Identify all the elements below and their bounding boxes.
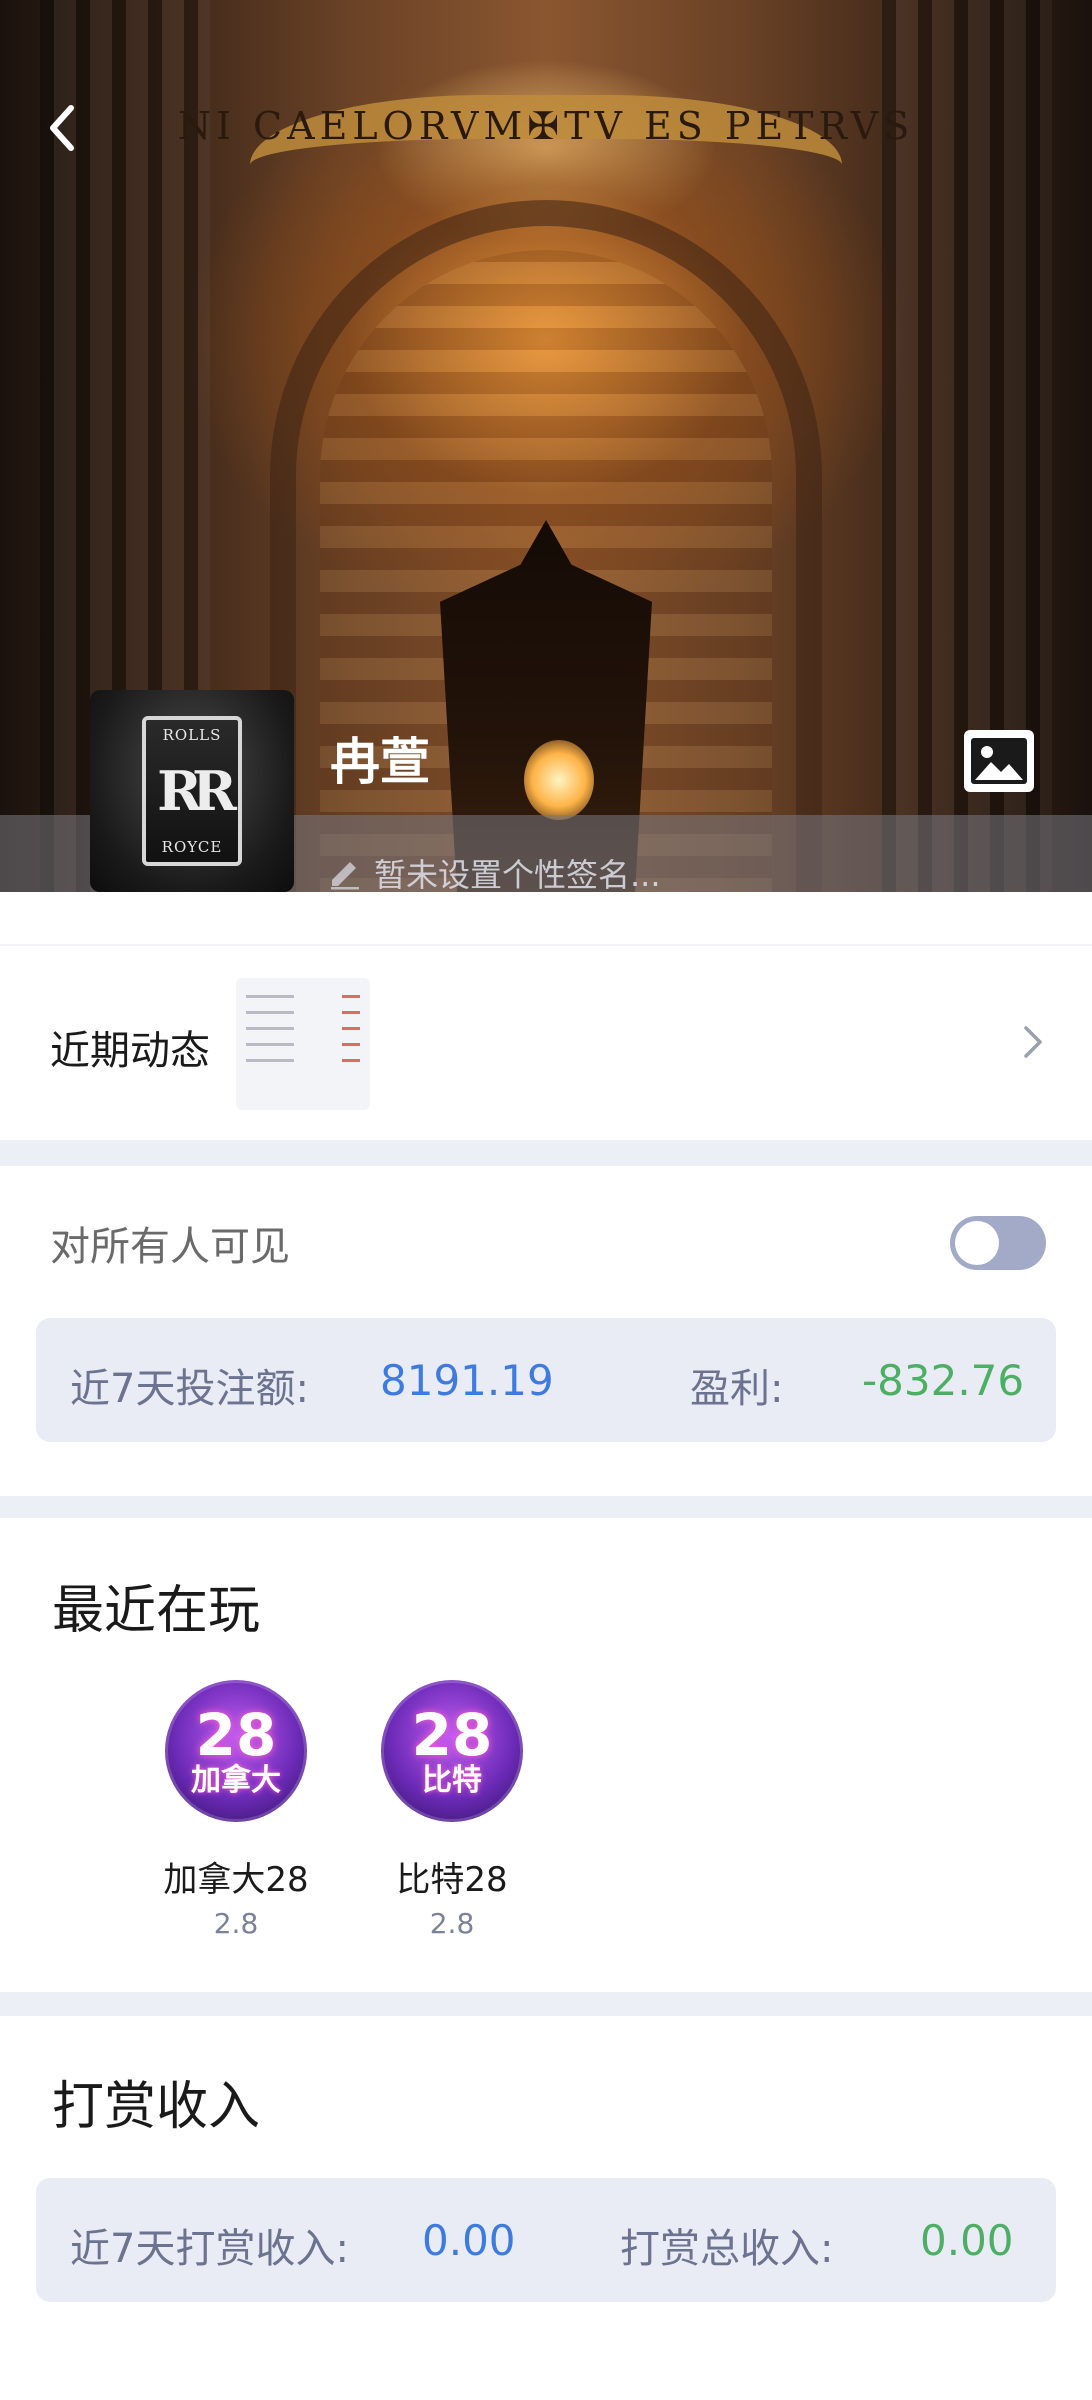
signature-placeholder: 暂未设置个性签名... (374, 856, 661, 894)
game-item-canada28[interactable]: 28 加拿大 加拿大28 2.8 (146, 1680, 326, 1940)
signature-field[interactable]: 暂未设置个性签名... (328, 850, 661, 896)
recently-playing-section: 最近在玩 28 加拿大 加拿大28 2.8 28 比特 比特28 2.8 (0, 1518, 1092, 1992)
game-item-bit28[interactable]: 28 比特 比特28 2.8 (362, 1680, 542, 1940)
game-icon-text: 比特 (422, 1762, 482, 1798)
game-icon-number: 28 (195, 1700, 277, 1769)
chevron-right-icon (1024, 1026, 1042, 1058)
total-reward-label: 打赏总收入: (620, 2226, 834, 2272)
reward-stats-box: 近7天打赏收入: 0.00 打赏总收入: 0.00 (36, 2178, 1056, 2302)
profit-value: -832.76 (862, 1356, 1025, 1405)
section-gap (0, 1140, 1092, 1166)
avatar-logo-top-text: ROLLS (162, 726, 222, 744)
avatar-logo-bottom-text: ROYCE (161, 838, 223, 856)
pencil-icon (331, 862, 359, 890)
reward-income-title: 打赏收入 (52, 2077, 261, 2137)
visibility-toggle[interactable] (950, 1216, 1046, 1270)
image-icon (971, 738, 1027, 784)
game-name: 比特28 (396, 1860, 508, 1900)
change-cover-button[interactable] (964, 730, 1034, 792)
back-button[interactable] (36, 98, 88, 158)
avatar-logo-monogram: RR (157, 759, 237, 823)
reward-income-section: 打赏收入 近7天打赏收入: 0.00 打赏总收入: 0.00 (0, 2016, 1092, 2400)
recent-activity-row[interactable]: 近期动态 (0, 946, 1092, 1140)
game-icon-number: 28 (411, 1700, 493, 1769)
visibility-label: 对所有人可见 (50, 1224, 290, 1270)
section-gap (0, 1496, 1092, 1518)
game-odds: 2.8 (213, 1907, 259, 1940)
cover-glow (524, 740, 594, 820)
week-reward-value: 0.00 (422, 2216, 516, 2265)
bet-amount-label: 近7天投注额: (70, 1366, 309, 1412)
toggle-knob (955, 1221, 999, 1265)
bet-amount-value: 8191.19 (380, 1356, 554, 1405)
avatar-logo: ROLLS RR ROYCE (142, 716, 242, 866)
section-gap (0, 1992, 1092, 2016)
back-icon (50, 105, 74, 151)
game-icon-text: 加拿大 (191, 1762, 281, 1798)
total-reward-value: 0.00 (920, 2216, 1014, 2265)
betting-stats-box: 近7天投注额: 8191.19 盈利: -832.76 (36, 1318, 1056, 1442)
game-icon-canada28: 28 加拿大 (165, 1680, 307, 1822)
profit-label: 盈利: (690, 1366, 784, 1412)
game-icon-bit28: 28 比特 (381, 1680, 523, 1822)
avatar[interactable]: ROLLS RR ROYCE (90, 690, 294, 892)
week-reward-label: 近7天打赏收入: (70, 2226, 349, 2272)
nickname: 冉萱 (330, 733, 430, 791)
game-odds: 2.8 (429, 1907, 475, 1940)
recent-activity-thumbnail (236, 978, 370, 1110)
cover-inscription: NI CAELORVM✠TV ES PETRVS (177, 104, 915, 148)
visibility-section: 对所有人可见 近7天投注额: 8191.19 盈利: -832.76 (0, 1166, 1092, 1496)
game-name: 加拿大28 (163, 1860, 309, 1900)
recently-playing-title: 最近在玩 (52, 1581, 261, 1641)
recent-activity-label: 近期动态 (50, 1028, 210, 1074)
